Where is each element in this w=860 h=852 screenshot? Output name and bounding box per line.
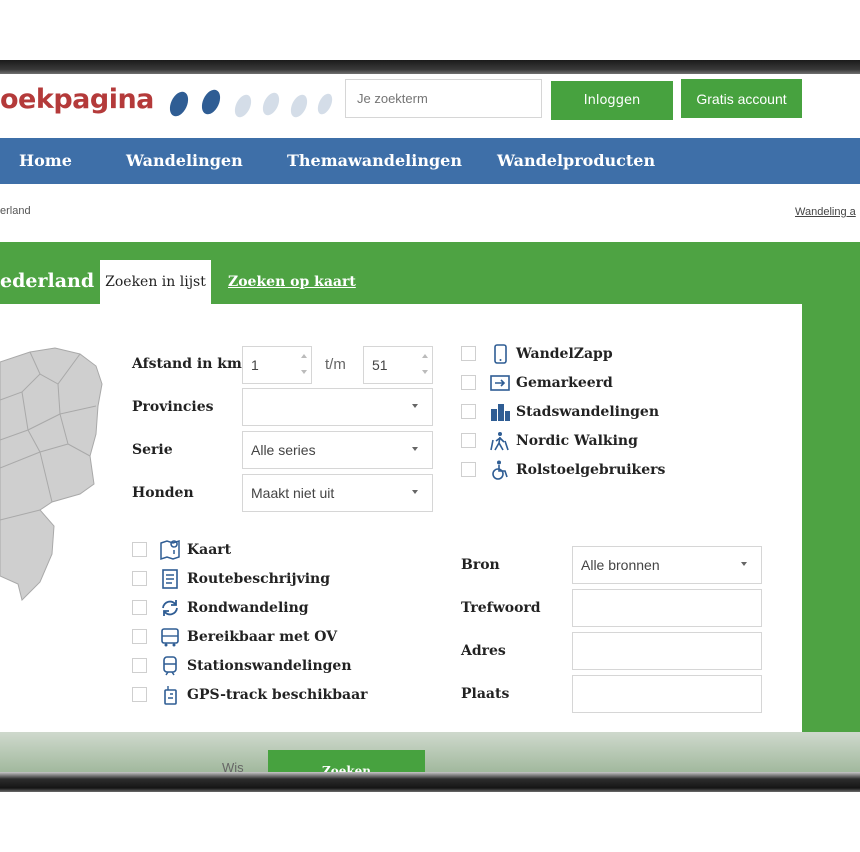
distance-separator: t/m xyxy=(325,356,346,373)
phone-icon xyxy=(494,344,507,364)
city-icon xyxy=(491,404,510,421)
place-label: Plaats xyxy=(461,686,510,702)
main-nav: Home Wandelingen Themawandelingen Wandel… xyxy=(0,138,860,184)
serie-value: Alle series xyxy=(251,442,316,458)
address-label: Adres xyxy=(461,643,506,659)
option-gemarkeerd[interactable]: Gemarkeerd xyxy=(516,375,613,391)
form-action-bar xyxy=(0,732,860,774)
checkbox-stadswandelingen[interactable] xyxy=(461,404,476,419)
serie-label: Serie xyxy=(132,442,173,458)
map-pin-icon xyxy=(160,539,180,561)
wheelchair-icon xyxy=(492,460,508,480)
nordic-walking-icon xyxy=(490,432,509,451)
option-wandelzapp[interactable]: WandelZapp xyxy=(516,346,613,362)
netherlands-map-icon[interactable] xyxy=(0,344,110,604)
option-stadswandelingen[interactable]: Stadswandelingen xyxy=(516,404,659,420)
distance-from-stepper[interactable] xyxy=(299,349,309,381)
option-stationswandelingen[interactable]: Stationswandelingen xyxy=(187,658,352,674)
option-rolstoelgebruikers[interactable]: Rolstoelgebruikers xyxy=(516,462,665,478)
app-screen: oekpagina Inloggen Gratis account Home W… xyxy=(0,74,860,774)
chevron-down-icon xyxy=(741,562,747,566)
distance-to-input[interactable]: 51 xyxy=(363,346,433,384)
device-bezel-bottom xyxy=(0,772,860,792)
option-gps-track[interactable]: GPS-track beschikbaar xyxy=(187,687,368,703)
checkbox-gemarkeerd[interactable] xyxy=(461,375,476,390)
provinces-label: Provincies xyxy=(132,399,214,415)
login-button[interactable]: Inloggen xyxy=(551,81,673,120)
serie-select[interactable]: Alle series xyxy=(242,431,433,469)
checkbox-bereikbaar-ov[interactable] xyxy=(132,629,147,644)
option-rondwandeling[interactable]: Rondwandeling xyxy=(187,600,309,616)
site-logo[interactable]: oekpagina xyxy=(0,84,154,115)
source-select[interactable]: Alle bronnen xyxy=(572,546,762,584)
address-input[interactable] xyxy=(572,632,762,670)
search-input[interactable] xyxy=(345,79,542,118)
nav-wandelproducten[interactable]: Wandelproducten xyxy=(497,151,655,170)
dogs-value: Maakt niet uit xyxy=(251,485,335,501)
distance-to-stepper[interactable] xyxy=(420,349,430,381)
checkbox-routebeschrijving[interactable] xyxy=(132,571,147,586)
checkbox-nordic-walking[interactable] xyxy=(461,433,476,448)
document-icon xyxy=(162,569,178,589)
tab-search-list[interactable]: Zoeken in lijst xyxy=(100,260,211,304)
free-account-button[interactable]: Gratis account xyxy=(681,79,802,118)
nav-wandelingen[interactable]: Wandelingen xyxy=(126,151,243,170)
train-icon xyxy=(163,656,177,676)
loop-arrows-icon xyxy=(162,600,178,616)
region-title: ederland xyxy=(0,270,95,292)
tab-search-map[interactable]: Zoeken op kaart xyxy=(228,274,356,290)
nav-home[interactable]: Home xyxy=(19,151,72,170)
option-routebeschrijving[interactable]: Routebeschrijving xyxy=(187,571,330,587)
checkbox-kaart[interactable] xyxy=(132,542,147,557)
place-input[interactable] xyxy=(572,675,762,713)
checkbox-rondwandeling[interactable] xyxy=(132,600,147,615)
checkbox-wandelzapp[interactable] xyxy=(461,346,476,361)
checkbox-gps-track[interactable] xyxy=(132,687,147,702)
distance-to-value: 51 xyxy=(372,357,388,373)
bus-icon xyxy=(161,628,179,647)
gps-icon xyxy=(164,686,177,705)
keyword-label: Trefwoord xyxy=(461,600,541,616)
chevron-down-icon xyxy=(412,447,418,451)
chevron-down-icon xyxy=(412,404,418,408)
nav-themawandelingen[interactable]: Themawandelingen xyxy=(287,151,462,170)
footprints-logo-icon xyxy=(169,89,333,118)
option-bereikbaar-ov[interactable]: Bereikbaar met OV xyxy=(187,629,337,645)
breadcrumb[interactable]: erland xyxy=(0,205,31,217)
distance-label: Afstand in km's xyxy=(132,356,254,372)
search-region: ederland Zoeken in lijst Zoeken op kaart… xyxy=(0,242,860,774)
search-submit-button[interactable]: Zoeken xyxy=(268,750,425,774)
dogs-label: Honden xyxy=(132,485,194,501)
option-kaart[interactable]: Kaart xyxy=(187,542,231,558)
checkbox-rolstoelgebruikers[interactable] xyxy=(461,462,476,477)
breadcrumb-right-link[interactable]: Wandeling a xyxy=(795,206,856,218)
keyword-input[interactable] xyxy=(572,589,762,627)
chevron-down-icon xyxy=(412,490,418,494)
dogs-select[interactable]: Maakt niet uit xyxy=(242,474,433,512)
source-value: Alle bronnen xyxy=(581,557,660,573)
checkbox-stationswandelingen[interactable] xyxy=(132,658,147,673)
distance-from-input[interactable]: 1 xyxy=(242,346,312,384)
arrow-marker-icon xyxy=(490,375,510,391)
source-label: Bron xyxy=(461,557,500,573)
provinces-select[interactable] xyxy=(242,388,433,426)
option-nordic-walking[interactable]: Nordic Walking xyxy=(516,433,638,449)
search-form-panel: Afstand in km's 1 t/m 51 Provincies Seri… xyxy=(0,304,802,744)
distance-from-value: 1 xyxy=(251,357,259,373)
